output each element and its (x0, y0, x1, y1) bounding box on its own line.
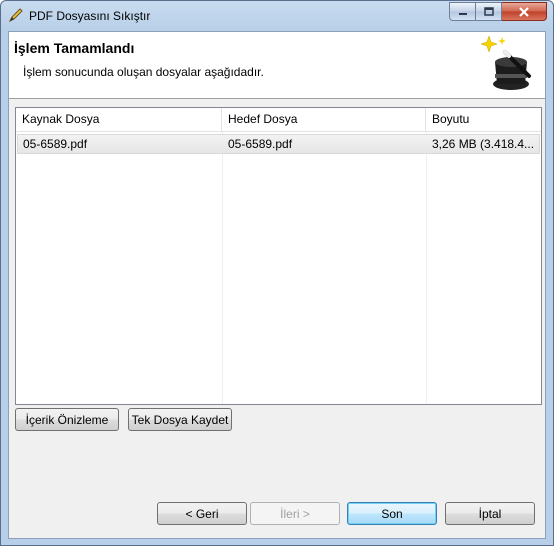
magic-hat-wand-icon (480, 35, 531, 90)
column-header-size[interactable]: Boyutu (426, 108, 541, 132)
column-header-target[interactable]: Hedef Dosya (222, 108, 426, 132)
window-controls (449, 2, 547, 21)
minimize-icon (458, 12, 467, 15)
dialog-body: İşlem Tamamlandı İşlem sonucunda oluşan … (8, 31, 546, 539)
cell-source: 05-6589.pdf (23, 137, 88, 151)
results-table[interactable]: Kaynak Dosya Hedef Dosya Boyutu 05-6589.… (15, 107, 542, 405)
close-button[interactable] (502, 2, 547, 21)
wizard-header: İşlem Tamamlandı İşlem sonucunda oluşan … (9, 32, 545, 99)
cell-size: 3,26 MB (3.418.4... (432, 137, 535, 151)
column-divider (222, 132, 223, 404)
column-divider (426, 132, 427, 404)
cell-target: 05-6589.pdf (228, 137, 293, 151)
column-header-source[interactable]: Kaynak Dosya (16, 108, 222, 132)
window-title: PDF Dosyasını Sıkıştır (29, 9, 151, 23)
table-row[interactable]: 05-6589.pdf 05-6589.pdf 3,26 MB (3.418.4… (17, 134, 540, 154)
back-button[interactable]: < Geri (157, 502, 247, 525)
cancel-button[interactable]: İptal (445, 502, 535, 525)
title-bar[interactable]: PDF Dosyasını Sıkıştır (1, 1, 553, 31)
page-description: İşlem sonucunda oluşan dosyalar aşağıdad… (23, 65, 264, 79)
next-button[interactable]: İleri > (250, 502, 340, 525)
finish-button[interactable]: Son (347, 502, 437, 525)
page-title: İşlem Tamamlandı (14, 40, 135, 56)
close-icon (519, 6, 529, 17)
maximize-button[interactable] (476, 2, 502, 21)
table-header: Kaynak Dosya Hedef Dosya Boyutu (16, 108, 541, 132)
content-preview-button[interactable]: İçerik Önizleme (15, 408, 119, 431)
pen-app-icon (8, 8, 23, 23)
app-window: PDF Dosyasını Sıkıştır İşlem Tamamlandı … (0, 0, 554, 546)
maximize-icon (483, 7, 494, 16)
save-single-file-button[interactable]: Tek Dosya Kaydet (128, 408, 232, 431)
minimize-button[interactable] (449, 2, 476, 21)
